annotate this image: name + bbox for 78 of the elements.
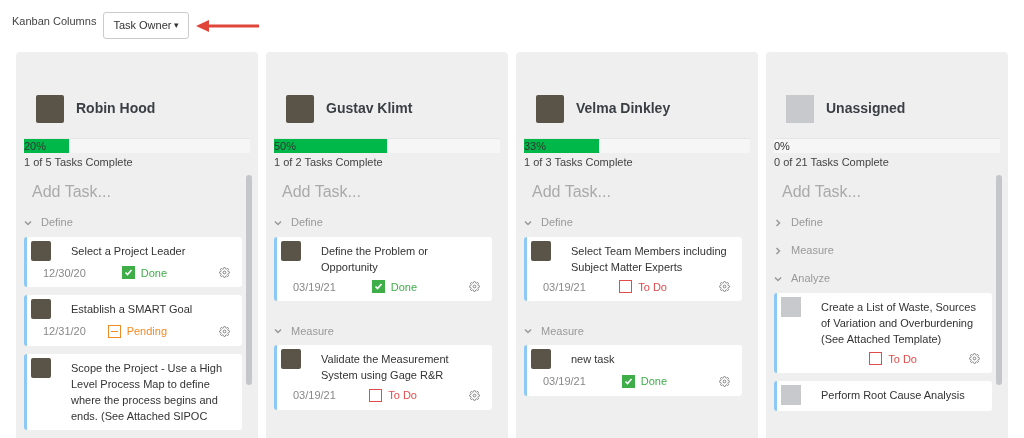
column-owner-name: Gustav Klimt — [326, 99, 413, 118]
task-card[interactable]: Select Team Members including Subject Matter Experts 03/19/21 To Do — [524, 236, 742, 301]
task-card[interactable]: Create a List of Waste, Sources of Variation and Overburdening (See Attached Template) To Do — [774, 292, 992, 373]
add-task-field[interactable]: Add Task... — [774, 174, 992, 209]
chevron-down-icon[interactable] — [524, 327, 532, 335]
status-checkbox[interactable] — [107, 324, 121, 338]
add-task-field[interactable]: Add Task... — [524, 174, 742, 209]
task-date: 03/19/21 — [293, 279, 336, 295]
task-date: 12/31/20 — [43, 324, 86, 339]
tasks-complete-count: 0 of 21 Tasks Complete — [774, 155, 890, 170]
task-date: 03/19/21 — [543, 279, 586, 295]
settings-icon[interactable] — [219, 267, 230, 279]
checkmark-icon — [623, 376, 633, 386]
annotation-arrow — [195, 19, 262, 33]
settings-icon[interactable] — [719, 375, 730, 387]
tasks-complete-count: 1 of 3 Tasks Complete — [524, 155, 634, 170]
column-owner-name: Robin Hood — [76, 99, 156, 118]
status-checkbox[interactable] — [371, 280, 385, 294]
progress-percent: 20% — [24, 139, 47, 154]
status-checkbox[interactable] — [869, 352, 883, 366]
task-title: new task — [571, 352, 615, 367]
chevron-right-icon[interactable] — [774, 246, 782, 255]
column-owner-name: Unassigned — [826, 99, 906, 118]
scrollbar-thumb[interactable] — [246, 174, 252, 385]
tasks-complete-count: 1 of 2 Tasks Complete — [274, 155, 384, 170]
chevron-down-icon[interactable] — [524, 218, 532, 227]
status-label: Pending — [126, 324, 167, 339]
settings-icon[interactable] — [719, 281, 730, 293]
task-card[interactable]: Scope the Project - Use a High Level Process Map to define where the process begins and ends. (See Attached SIPOC — [24, 353, 242, 430]
task-title: Select Team Members including Subject Matter Experts — [571, 243, 728, 275]
task-card[interactable]: Select a Project Leader 12/30/20 Done — [24, 236, 242, 287]
progress-percent: 33% — [524, 139, 547, 154]
task-date: 12/30/20 — [43, 265, 86, 281]
task-card[interactable]: Establish a SMART Goal 12/31/20 Pending — [24, 295, 242, 346]
status-label: To Do — [388, 388, 417, 403]
add-task-field[interactable]: Add Task... — [24, 174, 242, 209]
task-title: Perform Root Cause Analysis — [821, 388, 965, 403]
caret-icon: ▾ — [174, 18, 180, 33]
task-title: Create a List of Waste, Sources of Variation and Overburdening (See Attached Template) — [821, 299, 977, 347]
chevron-down-icon[interactable] — [24, 218, 32, 227]
task-card[interactable]: Perform Root Cause Analysis — [774, 381, 992, 411]
column-owner-name: Velma Dinkley — [576, 99, 671, 118]
task-card[interactable]: new task 03/19/21 Done — [524, 345, 742, 396]
checkmark-icon — [373, 282, 383, 292]
status-checkbox[interactable] — [121, 266, 135, 280]
task-date: 03/19/21 — [293, 388, 336, 403]
status-checkbox[interactable] — [621, 374, 635, 388]
settings-icon[interactable] — [469, 281, 480, 293]
status-label: Done — [640, 374, 667, 389]
status-label: Done — [390, 279, 417, 295]
status-checkbox[interactable] — [369, 388, 383, 402]
task-title: Establish a SMART Goal — [71, 302, 193, 317]
add-task-field[interactable]: Add Task... — [274, 174, 492, 209]
settings-icon[interactable] — [469, 389, 480, 401]
settings-icon[interactable] — [969, 353, 980, 365]
status-checkbox[interactable] — [619, 280, 633, 294]
checkmark-icon — [123, 268, 133, 278]
status-label: To Do — [888, 351, 917, 367]
task-card[interactable]: Define the Problem or Opportunity 03/19/21 Done — [274, 236, 492, 301]
task-title: Scope the Project - Use a High Level Process Map to define where the process begins and ends. (See Attached SIPOC — [71, 360, 224, 424]
task-date: 03/19/21 — [543, 374, 586, 389]
kanban-columns-label: Kanban Columns — [12, 14, 97, 29]
status-label: Done — [140, 265, 167, 281]
task-card[interactable]: Validate the Measurement System using Gage R&R 03/19/21 To Do — [274, 345, 492, 410]
scrollbar-thumb[interactable] — [996, 174, 1002, 385]
chevron-down-icon[interactable] — [774, 274, 782, 283]
task-owner-dropdown[interactable]: Task Owner ▾ — [103, 12, 190, 39]
chevron-down-icon[interactable] — [274, 327, 282, 335]
chevron-right-icon[interactable] — [774, 218, 782, 227]
progress-percent: 50% — [274, 139, 297, 154]
task-title: Validate the Measurement System using Gage R&R — [321, 352, 450, 383]
chevron-down-icon[interactable] — [274, 218, 282, 227]
task-title: Select a Project Leader — [71, 243, 186, 259]
tasks-complete-count: 1 of 5 Tasks Complete — [24, 155, 134, 170]
settings-icon[interactable] — [219, 325, 230, 337]
progress-percent: 0% — [774, 139, 790, 154]
task-title: Define the Problem or Opportunity — [321, 243, 429, 275]
status-label: To Do — [638, 279, 667, 295]
